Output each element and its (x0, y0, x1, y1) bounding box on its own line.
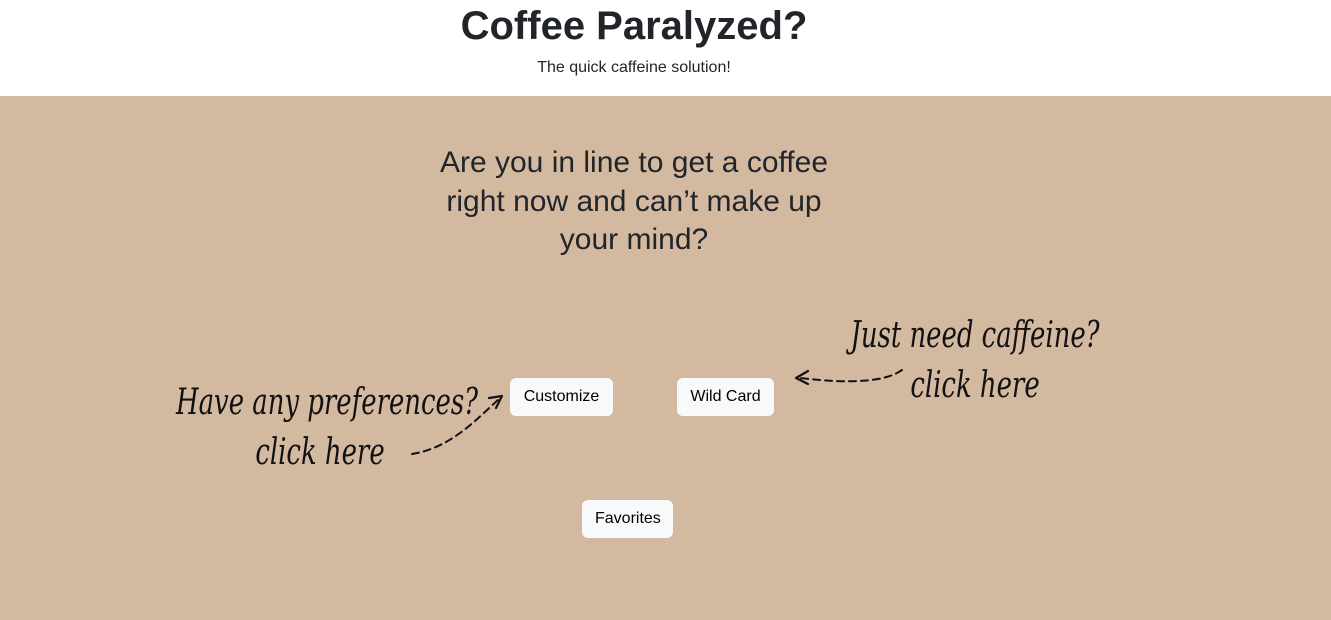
dashed-arrow-icon (411, 394, 504, 455)
site-title: Coffee Paralyzed? (460, 4, 808, 48)
site-subtitle: The quick caffeine solution! (537, 59, 731, 76)
caffeine-note-line2: click here (910, 365, 1040, 406)
wild-card-button[interactable]: Wild Card (677, 378, 774, 416)
caffeine-note: Just need caffeine? click here (831, 311, 1119, 411)
customize-button[interactable]: Customize (510, 378, 613, 416)
main-section: Are you in line to get a coffee right no… (0, 96, 1331, 620)
caffeine-note-line1: Just need caffeine? (850, 315, 1100, 356)
favorites-button[interactable]: Favorites (582, 500, 673, 538)
header: Coffee Paralyzed? The quick caffeine sol… (0, 0, 1331, 96)
question-heading: Are you in line to get a coffee right no… (439, 146, 829, 256)
